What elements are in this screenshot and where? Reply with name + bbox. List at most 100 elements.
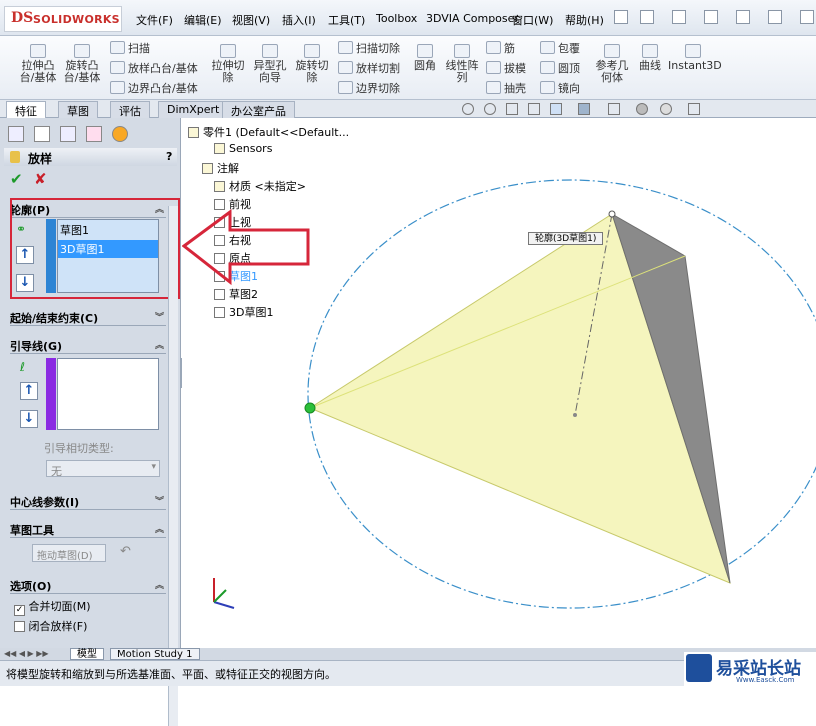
- tree-root[interactable]: 零件1 (Default<<Default...: [188, 124, 349, 140]
- boundary-cut-button[interactable]: 边界切除: [338, 80, 400, 96]
- loft-cut-button[interactable]: 放样切割: [338, 60, 400, 76]
- menu-view[interactable]: 视图(V): [232, 12, 270, 28]
- tab-scroll-arrows-icon[interactable]: ◀◀ ◀ ▶ ▶▶: [4, 649, 49, 658]
- revolve-boss-label: 旋转凸 台/基体: [63, 59, 101, 84]
- shell-button[interactable]: 抽壳: [486, 80, 526, 96]
- print-icon[interactable]: [736, 10, 750, 24]
- drag-sketch-button[interactable]: 拖动草图(D): [32, 544, 106, 562]
- sweep-button[interactable]: 扫描: [110, 40, 150, 56]
- solidworks-logo[interactable]: DS SOLIDWORKS: [4, 6, 122, 32]
- revolve-cut-button[interactable]: 旋转切 除: [292, 44, 332, 84]
- tab-dimxpert[interactable]: DimXpert: [158, 101, 229, 118]
- rib-button[interactable]: 筋: [486, 40, 515, 56]
- new-file-icon[interactable]: [640, 10, 654, 24]
- close-loft-checkbox[interactable]: [14, 621, 25, 632]
- tab-model[interactable]: 模型: [70, 648, 104, 660]
- menu-help[interactable]: 帮助(H): [565, 12, 604, 28]
- boss-extrude-button[interactable]: 拉伸凸 台/基体: [18, 44, 58, 84]
- centerline-section-header[interactable]: 中心线参数(I) ︾: [10, 494, 166, 510]
- profile-callout[interactable]: 轮廓(3D草图1): [528, 232, 604, 245]
- zoom-area-icon[interactable]: [484, 103, 496, 115]
- sketch-vertex: [608, 210, 616, 218]
- cancel-x-icon[interactable]: ✘: [34, 170, 47, 188]
- menu-tools[interactable]: 工具(T): [328, 12, 365, 28]
- tab-sketch[interactable]: 草图: [58, 101, 98, 118]
- hole-wizard-button[interactable]: 异型孔 向导: [250, 44, 290, 84]
- ok-check-icon[interactable]: ✔: [10, 170, 23, 188]
- tab-evaluate[interactable]: 评估: [110, 101, 150, 118]
- collapse-chevron-icon: ︽: [154, 581, 164, 591]
- reference-geometry-button[interactable]: 参考几 何体: [592, 44, 632, 84]
- pin-icon[interactable]: [614, 10, 628, 24]
- guide-move-down-button[interactable]: ↓: [20, 410, 38, 428]
- options-section-header[interactable]: 选项(O) ︽: [10, 578, 166, 594]
- watermark-url: Www.Easck.Com: [736, 676, 795, 684]
- mirror-button[interactable]: 镜向: [540, 80, 580, 96]
- scene-icon[interactable]: [660, 103, 672, 115]
- revolve-boss-icon: [74, 44, 90, 58]
- undo-icon[interactable]: [768, 10, 782, 24]
- guide-move-up-button[interactable]: ↑: [20, 382, 38, 400]
- guide-curve-list[interactable]: [57, 358, 159, 430]
- menu-3dvia[interactable]: 3DVIA Composer: [426, 12, 519, 25]
- save-icon[interactable]: [704, 10, 718, 24]
- menu-insert[interactable]: 插入(I): [282, 12, 316, 28]
- display-style-icon[interactable]: [578, 103, 590, 115]
- sketch-tools-section-label: 草图工具: [10, 524, 54, 537]
- reference-geometry-label: 参考几 何体: [595, 59, 629, 84]
- view-settings-icon[interactable]: [688, 103, 700, 115]
- previous-view-icon[interactable]: [506, 103, 518, 115]
- tree-item-annotations[interactable]: 注解: [202, 160, 239, 176]
- undo-sketch-icon[interactable]: ↶: [120, 544, 131, 559]
- guide-tangency-select[interactable]: 无 ▾: [46, 460, 160, 478]
- tree-item-sensors[interactable]: Sensors: [214, 142, 272, 155]
- loft-boss-button[interactable]: 放样凸台/基体: [110, 60, 198, 76]
- property-manager-tab-icon[interactable]: [34, 126, 50, 142]
- tree-item-material[interactable]: 材质 <未指定>: [214, 178, 306, 194]
- section-view-icon[interactable]: [528, 103, 540, 115]
- open-file-icon[interactable]: [672, 10, 686, 24]
- appearance-icon[interactable]: [636, 103, 648, 115]
- view-orientation-icon[interactable]: [550, 103, 562, 115]
- close-loft-label: 闭合放样(F): [28, 620, 88, 633]
- sweep-cut-button[interactable]: 扫描切除: [338, 40, 400, 56]
- tab-office-products[interactable]: 办公室产品: [222, 101, 295, 118]
- tree-item-3dsketch1[interactable]: 3D草图1: [214, 304, 273, 320]
- linear-pattern-button[interactable]: 线性阵 列: [442, 44, 482, 84]
- hide-show-icon[interactable]: [608, 103, 620, 115]
- help-button[interactable]: ?: [166, 150, 172, 163]
- merge-faces-option[interactable]: ✓ 合并切面(M): [14, 598, 91, 616]
- instant3d-icon: [685, 44, 701, 58]
- wrap-button[interactable]: 包覆: [540, 40, 580, 56]
- dome-button[interactable]: 圆顶: [540, 60, 580, 76]
- select-icon[interactable]: [800, 10, 814, 24]
- sketch-tools-section-header[interactable]: 草图工具 ︽: [10, 522, 166, 538]
- tree-item-sketch2[interactable]: 草图2: [214, 286, 258, 302]
- graphics-area[interactable]: 轮廓(3D草图1) 零件1 (Default<<Default... Senso…: [182, 118, 816, 648]
- merge-faces-checkbox[interactable]: ✓: [14, 605, 25, 616]
- menu-edit[interactable]: 编辑(E): [184, 12, 222, 28]
- hole-wizard-label: 异型孔 向导: [253, 59, 287, 84]
- close-loft-option[interactable]: 闭合放样(F): [14, 618, 87, 634]
- dimxpert-manager-tab-icon[interactable]: [86, 126, 102, 142]
- revolve-boss-button[interactable]: 旋转凸 台/基体: [62, 44, 102, 84]
- options-section-label: 选项(O): [10, 580, 52, 593]
- draft-button[interactable]: 拔模: [486, 60, 526, 76]
- constraint-section-header[interactable]: 起始/结束约束(C) ︾: [10, 310, 166, 326]
- feature-manager-tab-icon[interactable]: [8, 126, 24, 142]
- menu-window[interactable]: 窗口(W): [512, 12, 553, 28]
- guide-section-header[interactable]: 引导线(G) ︽: [10, 338, 166, 354]
- tab-motion-study[interactable]: Motion Study 1: [110, 648, 200, 660]
- zoom-to-fit-icon[interactable]: [462, 103, 474, 115]
- menu-file[interactable]: 文件(F): [136, 12, 173, 28]
- fillet-button[interactable]: 圆角: [410, 44, 440, 72]
- tree-item-label: 3D草图1: [229, 306, 274, 319]
- extrude-cut-button[interactable]: 拉伸切 除: [208, 44, 248, 84]
- menu-toolbox[interactable]: Toolbox: [376, 12, 417, 25]
- instant3d-button[interactable]: Instant3D: [668, 44, 722, 72]
- configuration-manager-tab-icon[interactable]: [60, 126, 76, 142]
- tab-features[interactable]: 特征: [6, 101, 46, 118]
- curves-button[interactable]: 曲线: [634, 44, 666, 72]
- boundary-boss-button[interactable]: 边界凸台/基体: [110, 80, 198, 96]
- display-manager-tab-icon[interactable]: [112, 126, 128, 142]
